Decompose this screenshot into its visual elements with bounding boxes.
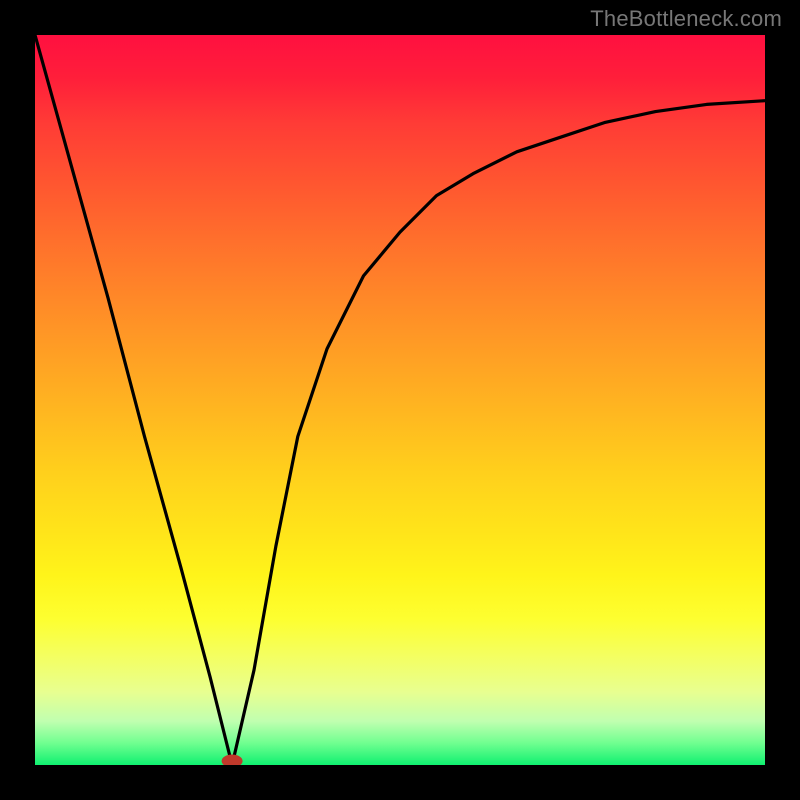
plot-area [35,35,765,765]
optimal-marker [222,755,242,765]
curve-svg [35,35,765,765]
bottleneck-curve [35,35,765,765]
chart-frame: TheBottleneck.com [0,0,800,800]
curve-group [35,35,765,765]
watermark-text: TheBottleneck.com [590,6,782,32]
